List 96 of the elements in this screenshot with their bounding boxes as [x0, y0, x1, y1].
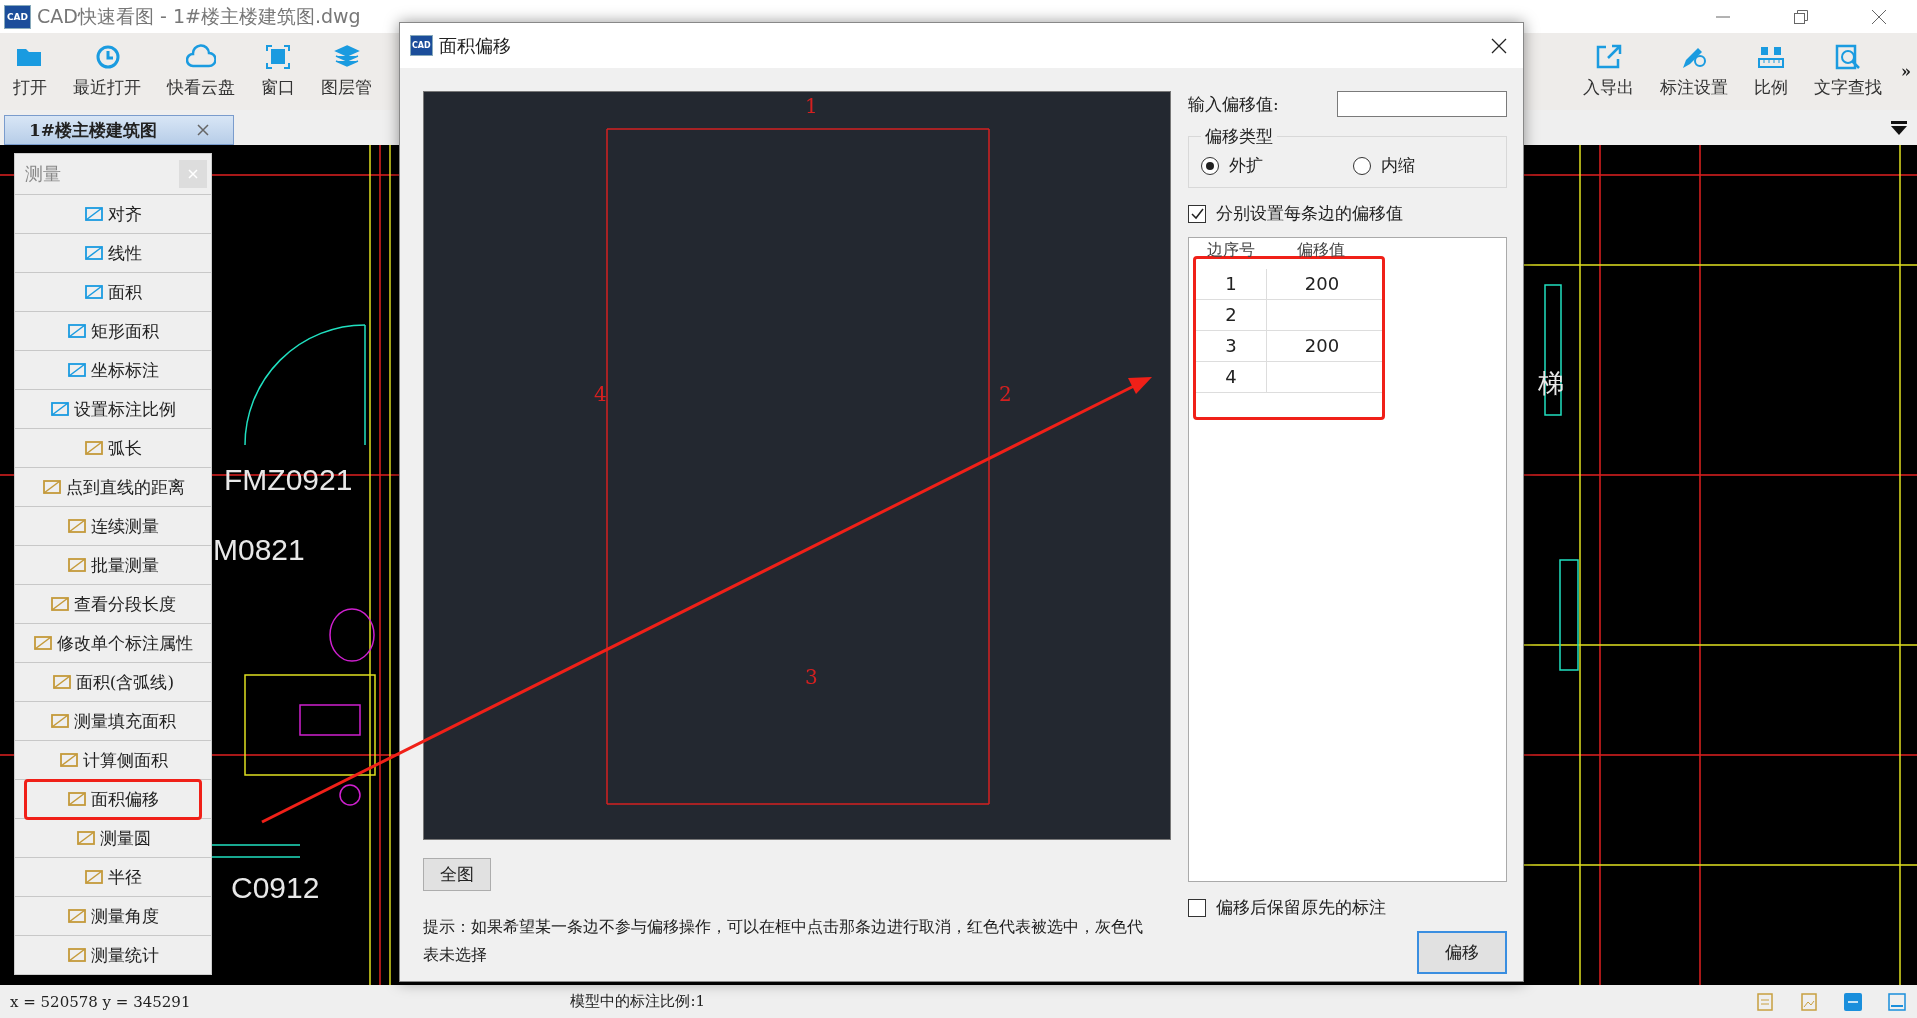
restore-icon[interactable] — [1793, 8, 1809, 25]
measure-tool-item[interactable]: 测量角度 — [57, 898, 169, 934]
offset-input[interactable] — [1337, 91, 1507, 117]
tool-icon — [51, 673, 72, 691]
toolbar-button[interactable]: 图层管 — [308, 33, 385, 110]
tool-icon — [84, 283, 104, 301]
dialog-title: 面积偏移 — [438, 33, 511, 58]
toolbar-button[interactable]: 比例 — [1741, 33, 1801, 110]
table-cell: 3 — [1196, 331, 1267, 361]
tool-icon — [58, 751, 79, 769]
toolbar-button[interactable]: 快看云盘 — [154, 33, 248, 110]
measure-tool-item[interactable]: 测量圆 — [65, 820, 161, 856]
radio-button[interactable] — [1353, 156, 1371, 175]
table-cell: 1 — [1196, 269, 1267, 299]
tool-icon — [75, 829, 96, 847]
checkbox[interactable] — [1188, 204, 1206, 223]
measure-tool-item[interactable]: 连续测量 — [57, 508, 169, 544]
edge-number: 1 — [805, 94, 818, 118]
app-logo: CAD — [4, 4, 32, 29]
offset-label: 输入偏移值: — [1188, 92, 1279, 116]
tool-icon — [67, 322, 87, 340]
annotation-scale-text: 模型中的标注比例:1 — [569, 992, 706, 1011]
column-header: 偏移值 — [1296, 240, 1346, 261]
checkbox[interactable] — [1188, 898, 1206, 917]
cloud-icon — [186, 44, 216, 70]
measure-tool-item[interactable]: 坐标标注 — [57, 352, 169, 388]
measure-tool-item[interactable]: 面积 — [74, 274, 152, 310]
radio-option[interactable]: 内缩 — [1353, 154, 1415, 177]
hint-text: 提示：如果希望某一条边不参与偏移操作，可以在框中点击那条边进行取消，红色代表被选中，灰色代表未选择 — [423, 916, 1144, 966]
toolbar-button[interactable]: 打开 — [0, 33, 60, 110]
tool-icon — [50, 712, 70, 730]
tool-icon — [84, 205, 104, 223]
measure-tool-item[interactable]: 对齐 — [74, 196, 152, 232]
measure-tool-item[interactable]: 面积偏移 — [24, 778, 202, 820]
checkbox-option[interactable]: 分别设置每条边的偏移值 — [1188, 202, 1507, 225]
tool-icon — [84, 244, 104, 262]
coordinates-readout: x = 520578 y = 345291 — [9, 992, 191, 1011]
tool-icon — [41, 478, 62, 496]
toolbar-button[interactable]: 标注设置 — [1647, 33, 1741, 110]
measure-tool-item[interactable]: 查看分段长度 — [40, 586, 186, 622]
radio-button[interactable] — [1201, 156, 1219, 175]
layout-toggle-icon[interactable] — [1843, 991, 1863, 1012]
tool-icon — [67, 556, 87, 574]
tool-icon — [67, 517, 87, 535]
radio-option[interactable]: 外扩 — [1201, 154, 1263, 177]
ruler-icon — [1756, 44, 1786, 70]
group-title: 偏移类型 — [1204, 125, 1274, 148]
table-cell[interactable]: 200 — [1267, 331, 1377, 361]
panel-title: 测量 — [25, 162, 61, 186]
full-view-button[interactable]: 全图 — [423, 858, 491, 891]
toolbar-button[interactable]: 最近打开 — [60, 33, 154, 110]
measure-tool-item[interactable]: 测量填充面积 — [40, 703, 186, 739]
toolbar-button[interactable]: 窗口 — [248, 33, 308, 110]
edge-number: 2 — [999, 382, 1012, 406]
tool-icon — [84, 439, 104, 457]
edge-number: 3 — [805, 665, 818, 689]
tool-icon — [50, 400, 70, 418]
tool-icon — [84, 868, 104, 886]
table-cell[interactable]: 200 — [1267, 269, 1377, 299]
checkbox-option[interactable]: 偏移后保留原先的标注 — [1188, 896, 1507, 919]
panel-toggle-icon[interactable] — [1887, 991, 1907, 1012]
drawing-label: M0821 — [213, 535, 305, 565]
pdf-export-icon[interactable] — [1755, 991, 1775, 1012]
dropdown-arrow-icon[interactable] — [1891, 121, 1907, 135]
window-frame-icon — [263, 44, 293, 70]
measure-tool-item[interactable]: 批量测量 — [57, 547, 169, 583]
document-tab[interactable]: 1#楼主楼建筑图 — [4, 115, 234, 145]
toolbar-button[interactable]: 入导出 — [1570, 33, 1647, 110]
measure-tool-item[interactable]: 设置标注比例 — [40, 391, 186, 427]
edge-number: 4 — [594, 382, 607, 406]
measure-tool-item[interactable]: 修改单个标注属性 — [23, 625, 203, 661]
tool-icon — [50, 595, 70, 613]
measure-tool-item[interactable]: 测量统计 — [57, 937, 169, 973]
tool-icon — [67, 946, 87, 964]
measure-tool-item[interactable]: 半径 — [74, 859, 152, 895]
tool-icon — [67, 361, 87, 379]
table-cell: 2 — [1196, 300, 1267, 330]
measure-tool-item[interactable]: 点到直线的距离 — [31, 469, 195, 505]
tool-icon — [33, 634, 53, 652]
window-title: CAD快速看图 - 1#楼主楼建筑图.dwg — [37, 3, 361, 29]
tool-icon — [67, 790, 87, 808]
app-logo: CAD — [410, 35, 433, 56]
close-icon[interactable] — [1491, 37, 1507, 54]
measure-tool-item[interactable]: 矩形面积 — [57, 313, 169, 349]
drawing-label: C0912 — [231, 873, 320, 903]
column-header: 边序号 — [1206, 240, 1256, 261]
offset-button[interactable]: 偏移 — [1417, 931, 1507, 974]
table-cell: 4 — [1196, 362, 1267, 392]
tool-icon — [67, 907, 87, 925]
image-export-icon[interactable] — [1799, 991, 1819, 1012]
measure-tool-item[interactable]: 计算侧面积 — [48, 742, 178, 778]
measure-tool-item[interactable]: 面积(含弧线) — [41, 664, 185, 700]
measure-tool-item[interactable]: 线性 — [74, 235, 152, 271]
overflow-button[interactable]: » — [1895, 62, 1917, 81]
measure-tool-item[interactable]: 弧长 — [74, 430, 152, 466]
toolbar-button[interactable]: 文字查找 — [1801, 33, 1895, 110]
